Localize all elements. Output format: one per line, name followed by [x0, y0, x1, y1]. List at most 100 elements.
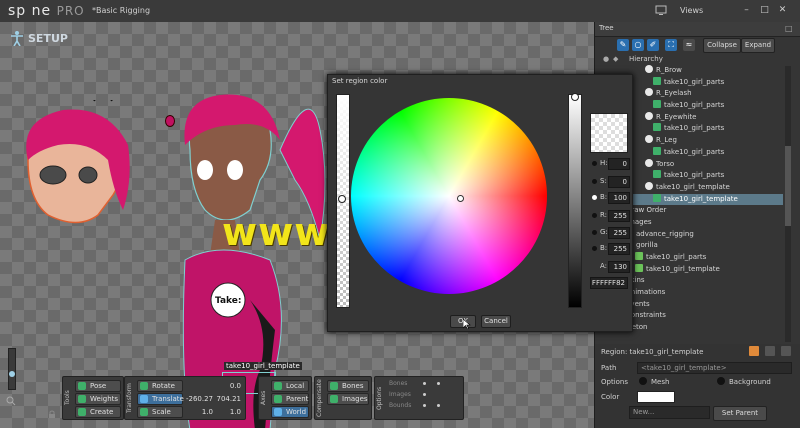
color-wheel[interactable]	[351, 98, 547, 294]
bone-icon	[645, 135, 653, 144]
earring-sprite[interactable]	[164, 114, 176, 128]
b-input[interactable]: 100	[608, 192, 630, 204]
att-icon	[653, 123, 661, 132]
background-checkbox[interactable]	[717, 377, 725, 385]
tree-row-label: R_Leg	[656, 136, 677, 145]
parent-button[interactable]: Parent	[271, 393, 309, 405]
head-sprite[interactable]	[18, 100, 138, 250]
circle-tool-icon[interactable]: ○	[632, 39, 644, 51]
grn-icon	[635, 252, 643, 260]
pose-icon	[78, 382, 86, 390]
expand-button[interactable]: Expand	[741, 38, 775, 53]
views-menu[interactable]: Views	[680, 6, 703, 15]
att-icon	[653, 146, 661, 155]
translate-y-value[interactable]: 704.21	[213, 395, 242, 403]
r-radio[interactable]	[592, 213, 597, 218]
images-icon	[330, 395, 338, 403]
compensate-images-label: Images	[342, 395, 368, 403]
translate-label: Translate	[152, 395, 184, 403]
b-radio[interactable]	[592, 195, 597, 200]
setup-figure-icon	[10, 30, 24, 47]
brush-tool-icon[interactable]: ✎	[617, 39, 629, 51]
r-input[interactable]: 255	[608, 210, 630, 222]
g-radio[interactable]	[592, 230, 597, 235]
scale-x-value[interactable]: 1.0	[187, 408, 213, 416]
compensate-label: Compensate	[316, 379, 323, 417]
s-input[interactable]: 0	[608, 176, 630, 188]
s-radio[interactable]	[592, 179, 597, 184]
mesh-checkbox[interactable]	[639, 377, 647, 385]
compensate-bones-button[interactable]: Bones	[327, 380, 369, 392]
pen-tool-icon[interactable]: ✐	[647, 39, 659, 51]
region-copy-icon[interactable]	[765, 346, 775, 356]
chart-tool-icon[interactable]: ≈	[683, 39, 695, 51]
key-icon[interactable]: ◆	[613, 55, 618, 63]
opt-images-visible-toggle[interactable]	[423, 393, 426, 396]
options-label: Options	[376, 386, 383, 410]
opt-bounds-names-toggle[interactable]	[437, 404, 440, 407]
rotate-button[interactable]: Rotate	[137, 380, 183, 392]
tree-scrollbar-thumb[interactable]	[785, 146, 791, 226]
tree-row-label: take10_girl_parts	[664, 101, 725, 110]
hierarchy-label: Hierarchy	[629, 55, 663, 63]
bone-name-tag: take10_girl_template	[224, 362, 302, 370]
zoom-icon[interactable]	[6, 396, 16, 406]
lock-icon[interactable]	[48, 410, 56, 418]
translate-x-value[interactable]: -260.27	[181, 395, 213, 403]
alpha-marker[interactable]	[338, 195, 346, 203]
cancel-button[interactable]: Cancel	[481, 315, 511, 328]
h-input[interactable]: 0	[608, 158, 630, 170]
compensate-images-button[interactable]: Images	[327, 393, 369, 405]
blue-radio[interactable]	[592, 246, 597, 251]
tree-row-label: take10_girl_template	[646, 264, 720, 273]
rotate-value[interactable]: 0.0	[195, 382, 241, 390]
brightness-strip[interactable]	[568, 94, 582, 308]
brightness-marker[interactable]	[571, 93, 579, 101]
opt-images-label: Images	[389, 391, 411, 398]
zoom-slider[interactable]	[8, 348, 16, 390]
hex-input[interactable]: FFFFFF82	[590, 277, 628, 289]
monitor-icon[interactable]	[655, 4, 667, 16]
options-row-label: Options	[601, 378, 629, 386]
opt-bones-names-toggle[interactable]	[437, 382, 440, 385]
opt-bounds-visible-toggle[interactable]	[423, 404, 426, 407]
bones-icon	[330, 382, 338, 390]
close-icon[interactable]: ✕	[776, 4, 789, 17]
frame-tool-icon[interactable]: ⛶	[665, 39, 677, 51]
create-button[interactable]: Create	[75, 406, 121, 418]
path-label: Path	[601, 364, 617, 372]
zoom-slider-thumb[interactable]	[9, 371, 15, 377]
options-group: Options Bones Images Bounds	[374, 376, 464, 420]
a-input[interactable]: 130	[608, 261, 630, 273]
scale-button[interactable]: Scale	[137, 406, 183, 418]
maximize-icon[interactable]: □	[758, 4, 771, 17]
minimize-icon[interactable]: –	[740, 4, 753, 17]
translate-button[interactable]: Translate	[137, 393, 184, 405]
wheel-marker[interactable]	[457, 195, 464, 202]
opt-bones-visible-toggle[interactable]	[423, 382, 426, 385]
pose-button[interactable]: Pose	[75, 380, 121, 392]
blue-input[interactable]: 255	[608, 243, 630, 255]
tree-close-icon[interactable]: □	[785, 24, 793, 33]
collapse-button[interactable]: Collapse	[703, 38, 741, 53]
new-button[interactable]: New...	[629, 406, 710, 419]
tree-row-label: take10_girl_template	[664, 194, 738, 203]
tree-row-label: R_Eyelash	[656, 89, 692, 98]
region-tool-icon[interactable]	[749, 346, 759, 356]
g-input[interactable]: 255	[608, 227, 630, 239]
world-button[interactable]: World	[271, 406, 309, 418]
region-delete-icon[interactable]	[781, 346, 791, 356]
set-parent-button[interactable]: Set Parent	[713, 406, 767, 421]
weights-button[interactable]: Weights	[75, 393, 121, 405]
h-radio[interactable]	[592, 161, 597, 166]
logo-text: sp ne	[8, 3, 52, 19]
eye-icon[interactable]: ●	[603, 55, 609, 63]
tree-scrollbar[interactable]	[785, 66, 791, 342]
scale-icon	[140, 408, 148, 416]
scale-y-value[interactable]: 1.0	[215, 408, 241, 416]
color-swatch[interactable]	[637, 391, 675, 403]
bone-icon	[645, 158, 653, 167]
path-input[interactable]: <take10_girl_template>	[637, 362, 792, 374]
background-label: Background	[729, 378, 771, 386]
local-button[interactable]: Local	[271, 380, 309, 392]
